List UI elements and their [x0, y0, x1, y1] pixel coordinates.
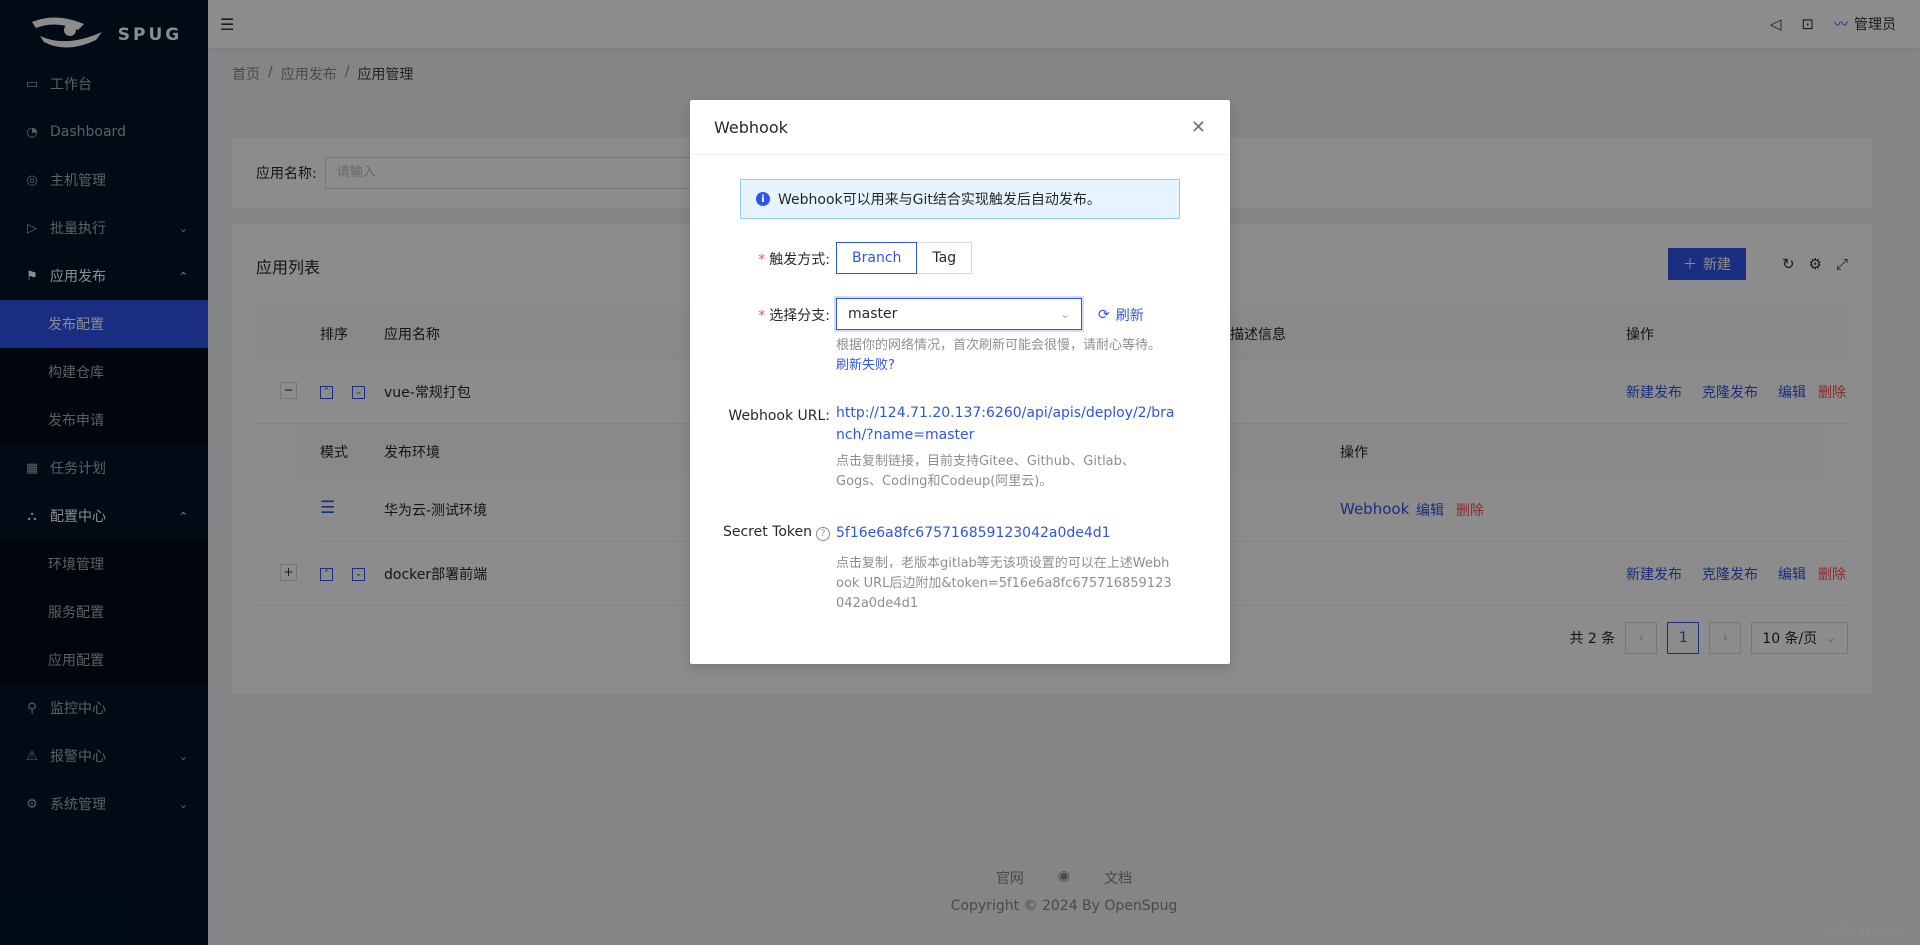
branch-help-text: 根据你的网络情况，首次刷新可能会很慢，请耐心等待。 — [836, 338, 1162, 353]
modal-title: Webhook — [714, 117, 788, 137]
trigger-tag-radio[interactable]: Tag — [917, 242, 973, 274]
sync-icon: ⟳ — [1098, 307, 1110, 323]
chevron-down-icon: ⌄ — [1059, 307, 1070, 321]
question-circle-icon[interactable]: ? — [816, 527, 830, 541]
secret-token-label-text: Secret Token — [722, 524, 812, 540]
alert-text: Webhook可以用来与Git结合实现触发后自动发布。 — [778, 192, 1101, 208]
close-icon[interactable]: ✕ — [1191, 117, 1206, 138]
trigger-label-text: 触发方式: — [769, 252, 830, 268]
webhook-url-help: 点击复制链接，目前支持Gitee、Github、Gitlab、Gogs、Codi… — [836, 454, 1135, 489]
secret-token-help: 点击复制，老版本gitlab等无该项设置的可以在上述Webhook URL后边附… — [836, 556, 1172, 611]
branch-select[interactable]: master ⌄ — [836, 298, 1082, 330]
refresh-branch-button[interactable]: ⟳ 刷新 — [1098, 305, 1144, 325]
trigger-label: * 触发方式: — [758, 249, 830, 269]
webhook-modal: Webhook ✕ i Webhook可以用来与Git结合实现触发后自动发布。 … — [690, 100, 1230, 664]
webhook-url-label: Webhook URL: — [728, 408, 830, 424]
refresh-label: 刷新 — [1115, 308, 1144, 324]
info-icon: i — [756, 192, 770, 206]
branch-label-text: 选择分支: — [769, 308, 830, 324]
trigger-branch-radio[interactable]: Branch — [836, 242, 918, 274]
webhook-url-value[interactable]: http://124.71.20.137:6260/api/apis/deplo… — [836, 402, 1176, 446]
secret-token-label: Secret Token? — [723, 524, 830, 541]
info-alert: i Webhook可以用来与Git结合实现触发后自动发布。 — [740, 179, 1180, 219]
refresh-failed-link[interactable]: 刷新失败? — [836, 356, 1176, 376]
required-mark: * — [758, 252, 766, 268]
branch-label: * 选择分支: — [758, 305, 830, 325]
required-mark: * — [758, 308, 766, 324]
modal-header: Webhook ✕ — [690, 100, 1230, 155]
secret-token-value[interactable]: 5f16e6a8fc675716859123042a0de4d1 — [836, 522, 1176, 544]
branch-select-value: master — [848, 306, 898, 322]
trigger-radio-group: Branch Tag — [836, 242, 973, 274]
